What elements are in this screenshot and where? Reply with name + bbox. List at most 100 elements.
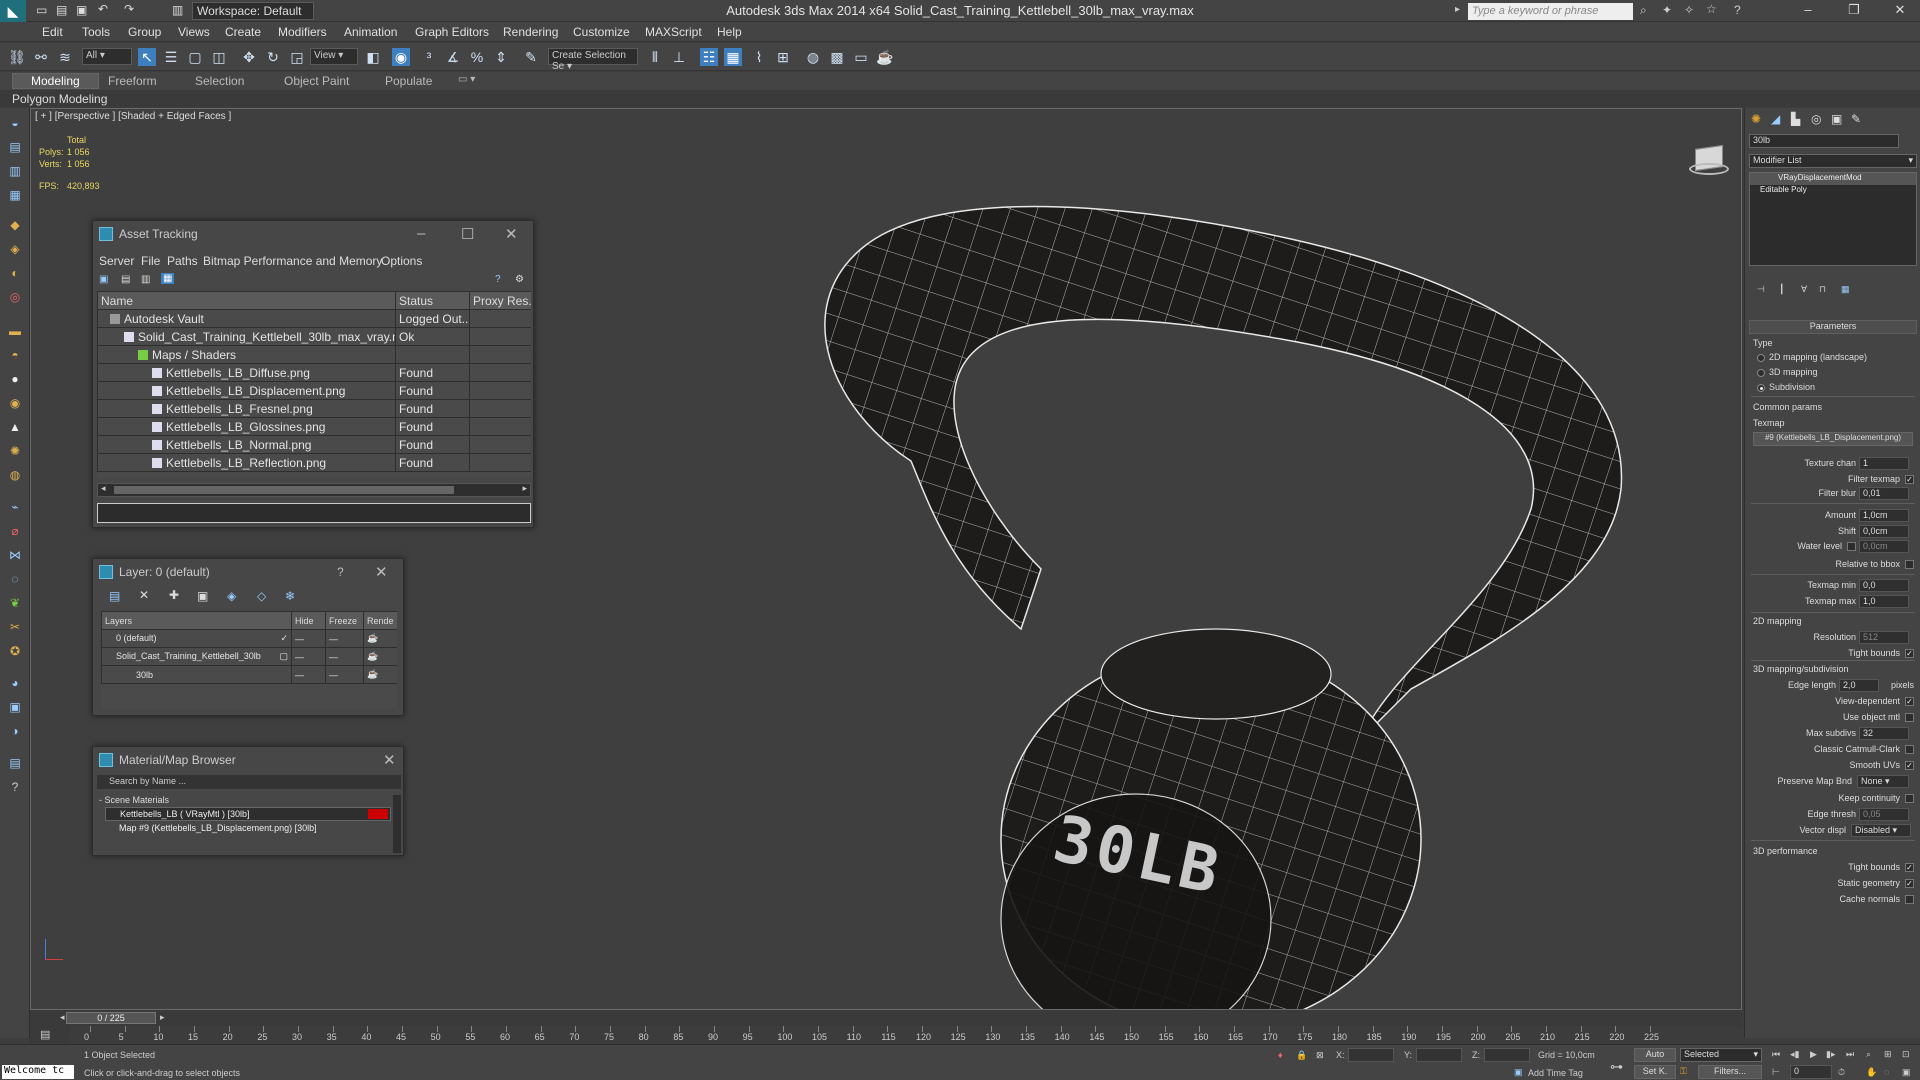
refresh-icon[interactable]: ▣ bbox=[99, 274, 108, 285]
texmap-button[interactable]: #9 (Kettlebells_LB_Displacement.png) bbox=[1753, 432, 1913, 446]
asset-table-container[interactable]: Name Status Proxy Res... Autodesk Vault … bbox=[97, 291, 531, 477]
table-row[interactable]: Kettlebells_LB_Diffuse.png Found bbox=[97, 363, 531, 382]
table-row[interactable]: Solid_Cast_Training_Kettlebell_30lb_max_… bbox=[97, 327, 531, 346]
layer-row[interactable]: 30lb — — ☕ bbox=[101, 665, 397, 684]
static-geometry-checkbox[interactable]: ✓ bbox=[1905, 879, 1914, 888]
left-tool-icon[interactable]: ▬ bbox=[6, 324, 24, 340]
make-unique-icon[interactable]: ∀ bbox=[1801, 284, 1807, 295]
next-frame-icon[interactable]: ▮▸ bbox=[1826, 1049, 1835, 1060]
table-row[interactable]: Kettlebells_LB_Fresnel.png Found bbox=[97, 399, 531, 418]
left-tool-icon[interactable]: ◑ bbox=[6, 724, 24, 740]
menu-options[interactable]: Options bbox=[381, 254, 422, 268]
filter-texmap-checkbox[interactable]: ✓ bbox=[1905, 475, 1914, 484]
table-row[interactable]: Kettlebells_LB_Normal.png Found bbox=[97, 435, 531, 454]
freeze-all-icon[interactable]: ❄ bbox=[285, 589, 295, 603]
radio-subdivision[interactable] bbox=[1757, 384, 1765, 392]
tab-freeform[interactable]: Freeform bbox=[108, 74, 157, 88]
shift-spinner[interactable]: 0,0cm bbox=[1859, 525, 1909, 538]
ribbon-options-icon[interactable]: ▭ ▾ bbox=[458, 74, 475, 85]
freeze-toggle[interactable]: — bbox=[325, 665, 364, 684]
scene-materials-group[interactable]: - Scene Materials bbox=[99, 795, 169, 805]
texture-chan-spinner[interactable]: 1 bbox=[1859, 457, 1909, 470]
current-frame-field[interactable]: 0 bbox=[1790, 1065, 1832, 1079]
show-end-result-icon[interactable]: ┃ bbox=[1779, 284, 1784, 295]
new-layer-icon[interactable]: ▤ bbox=[109, 589, 120, 603]
modifier-list-dropdown[interactable]: Modifier List ▾ bbox=[1749, 154, 1917, 168]
maximize-viewport-icon[interactable]: ▣ bbox=[1902, 1067, 1911, 1078]
left-tool-icon[interactable]: ◕ bbox=[6, 676, 24, 692]
filters-button[interactable]: Filters... bbox=[1698, 1065, 1762, 1079]
relative-bbox-checkbox[interactable] bbox=[1905, 560, 1914, 569]
freeze-toggle[interactable]: — bbox=[325, 629, 364, 648]
settings-icon[interactable]: ⚙ bbox=[515, 274, 524, 285]
active-layer-check-icon[interactable]: ✓ bbox=[280, 633, 288, 644]
key-icon[interactable]: ⚿ bbox=[1680, 1066, 1687, 1077]
select-manipulate-icon[interactable]: ◉ bbox=[392, 48, 410, 66]
move-icon[interactable]: ✥ bbox=[240, 48, 258, 66]
bind-spacewarp-icon[interactable]: ≋ bbox=[56, 48, 74, 66]
object-name-field[interactable]: 30lb bbox=[1749, 134, 1899, 148]
table-view-icon[interactable]: ▦ bbox=[161, 273, 175, 284]
time-slider-prev-icon[interactable]: ◂ bbox=[60, 1012, 65, 1023]
left-tool-icon[interactable]: ✂ bbox=[6, 620, 24, 636]
left-tool-icon[interactable]: ▲ bbox=[6, 420, 24, 436]
isolate-icon[interactable]: ♦ bbox=[1278, 1050, 1283, 1060]
texmap-max-spinner[interactable]: 1,0 bbox=[1859, 595, 1909, 608]
menu-server[interactable]: Server bbox=[99, 254, 134, 268]
menu-edit[interactable]: Edit bbox=[42, 25, 63, 39]
material-item[interactable]: Map #9 (Kettlebells_LB_Displacement.png)… bbox=[105, 822, 391, 836]
maximize-button[interactable]: ☐ bbox=[461, 225, 474, 243]
close-button[interactable]: ✕ bbox=[505, 225, 518, 243]
left-tool-icon[interactable]: ◓ bbox=[6, 348, 24, 364]
cache-normals-checkbox[interactable] bbox=[1905, 895, 1914, 904]
menu-help[interactable]: Help bbox=[717, 25, 742, 39]
unlink-icon[interactable]: ⚯ bbox=[32, 48, 50, 66]
hide-toggle[interactable]: — bbox=[291, 647, 326, 666]
asset-tracking-window[interactable]: Asset Tracking – ☐ ✕ Server File Paths B… bbox=[92, 220, 534, 528]
orbit-icon[interactable]: ◌ bbox=[1884, 1067, 1889, 1077]
layer-explorer-icon[interactable]: ☷ bbox=[700, 48, 718, 66]
modifier-stack-item[interactable]: VRayDisplacementMod bbox=[1750, 173, 1916, 185]
left-tool-icon[interactable]: ⌀ bbox=[6, 524, 24, 540]
left-tool-icon[interactable]: ◎ bbox=[6, 290, 24, 306]
preserve-map-bnd-dropdown[interactable]: None ▾ bbox=[1857, 775, 1909, 788]
close-button[interactable]: ✕ bbox=[375, 563, 388, 581]
left-tool-icon[interactable]: ◆ bbox=[6, 218, 24, 234]
material-item[interactable]: Kettlebells_LB ( VRayMtl ) [30lb] bbox=[105, 807, 391, 821]
render-toggle-icon[interactable]: ☕ bbox=[363, 665, 397, 684]
parameters-rollout-header[interactable]: Parameters bbox=[1749, 320, 1917, 334]
edge-thresh-spinner[interactable]: 0,05 bbox=[1859, 808, 1909, 821]
select-by-name-icon[interactable]: ☰ bbox=[162, 48, 180, 66]
close-button[interactable]: ✕ bbox=[1886, 2, 1914, 20]
keep-continuity-checkbox[interactable] bbox=[1905, 794, 1914, 803]
material-browser-title-bar[interactable]: Material/Map Browser bbox=[93, 747, 403, 773]
pivot-center-icon[interactable]: ◧ bbox=[364, 48, 382, 66]
rectangle-selection-icon[interactable]: ▢ bbox=[186, 48, 204, 66]
curve-editor-toggle-icon[interactable]: ▤ bbox=[40, 1028, 50, 1041]
amount-spinner[interactable]: 1,0cm bbox=[1859, 509, 1909, 522]
time-config-icon[interactable]: ⏱ bbox=[1838, 1067, 1845, 1078]
close-button[interactable]: ✕ bbox=[383, 751, 396, 769]
select-objects-icon[interactable]: ▣ bbox=[197, 589, 208, 603]
zoom-icon[interactable]: ⌕ bbox=[1866, 1049, 1871, 1060]
left-tool-icon[interactable]: ▦ bbox=[6, 188, 24, 204]
column-header-name[interactable]: Name bbox=[97, 291, 396, 310]
left-tool-icon[interactable]: ◍ bbox=[6, 468, 24, 484]
favorites-icon[interactable]: ☆ bbox=[1706, 2, 1717, 16]
ribbon-polygon-modeling[interactable]: Polygon Modeling bbox=[12, 92, 107, 106]
material-search-input[interactable]: Search by Name ... bbox=[97, 775, 401, 789]
tight-bounds-checkbox[interactable]: ✓ bbox=[1905, 649, 1914, 658]
subscription-icon[interactable]: ✦ bbox=[1662, 3, 1672, 17]
material-editor-icon[interactable]: ◍ bbox=[804, 48, 822, 66]
layer-title-bar[interactable]: Layer: 0 (default) bbox=[93, 559, 403, 585]
snap-toggle-icon[interactable]: ³ bbox=[420, 48, 438, 66]
left-tool-icon[interactable]: ◌ bbox=[6, 572, 24, 588]
table-row[interactable]: Kettlebells_LB_Reflection.png Found bbox=[97, 453, 531, 472]
y-coordinate-field[interactable] bbox=[1416, 1048, 1462, 1062]
left-tool-icon[interactable]: ▤ bbox=[6, 756, 24, 772]
use-object-mtl-checkbox[interactable] bbox=[1905, 713, 1914, 722]
help-icon[interactable]: ? bbox=[6, 780, 24, 796]
left-tool-icon[interactable]: ❦ bbox=[6, 596, 24, 612]
radio-2d-mapping[interactable] bbox=[1757, 354, 1765, 362]
left-tool-icon[interactable]: ▣ bbox=[6, 700, 24, 716]
